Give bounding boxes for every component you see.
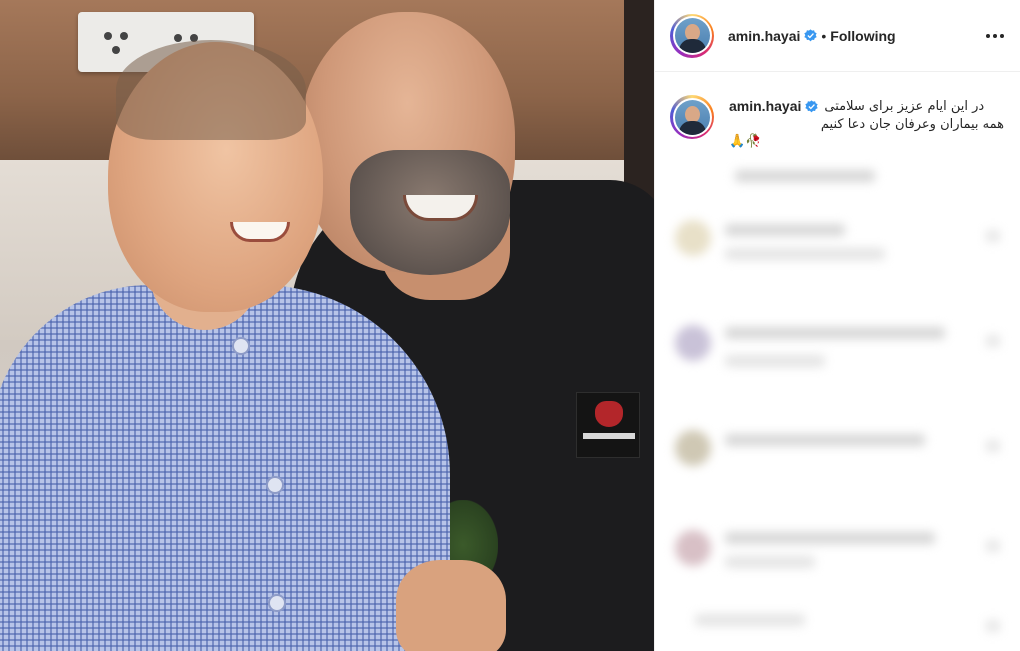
hand <box>396 560 506 651</box>
shirt-button <box>232 337 250 355</box>
comment-row <box>675 210 1005 270</box>
post-header: amin.hayai • Following <box>655 0 1020 72</box>
blurred-comments <box>655 160 1020 651</box>
verified-badge-icon <box>805 99 819 112</box>
verified-badge-icon <box>804 29 818 42</box>
post-side-panel: amin.hayai • Following amin.hayai در این… <box>654 0 1020 651</box>
caption-emoji: 🙏🥀 <box>729 134 762 149</box>
separator-dot: • <box>821 27 827 44</box>
following-button[interactable]: Following <box>830 28 895 44</box>
comment-row <box>675 315 1005 375</box>
shirt-logo <box>576 392 640 458</box>
caption-text-line2: همه بیماران وعرفان جان دعا کنیم <box>820 117 1004 132</box>
caption-avatar[interactable] <box>670 95 714 139</box>
comment-row <box>675 520 1005 580</box>
caption-username[interactable]: amin.hayai <box>729 98 801 114</box>
header-avatar[interactable] <box>670 13 714 58</box>
boy-hair <box>116 40 306 140</box>
more-options-icon[interactable] <box>983 24 1007 48</box>
shirt-button <box>266 476 284 494</box>
boy-shirt <box>0 285 450 651</box>
photo-shadow <box>624 0 654 200</box>
comment-row <box>675 600 1005 651</box>
header-username[interactable]: amin.hayai <box>728 28 800 44</box>
post-photo[interactable] <box>0 0 654 651</box>
caption-text-line1: در این ایام عزیز برای سلامتی <box>824 98 985 114</box>
comment-row <box>675 420 1005 480</box>
shirt-button <box>268 594 286 612</box>
